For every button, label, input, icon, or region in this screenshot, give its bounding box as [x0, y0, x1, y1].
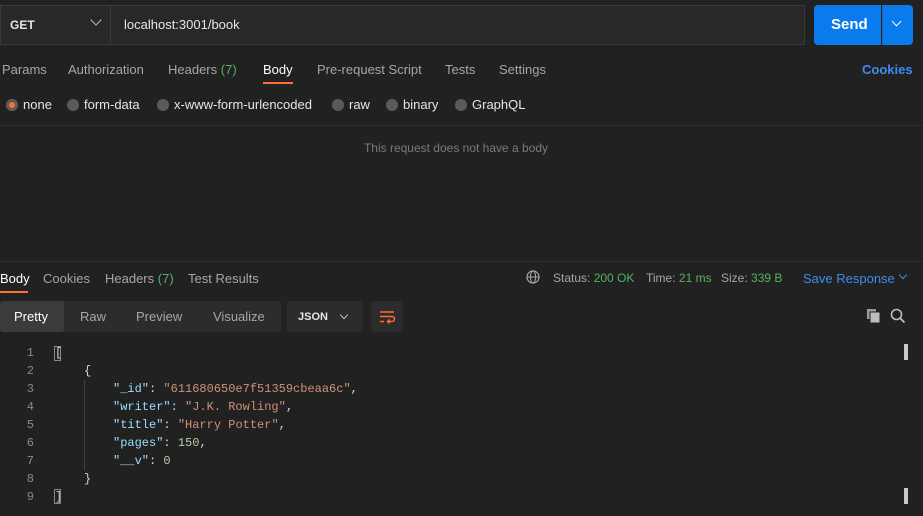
headers-count: (7): [220, 62, 237, 77]
active-tab-indicator: [0, 291, 28, 293]
line-number: 9: [26, 490, 34, 504]
json-value: "J.K. Rowling": [185, 400, 286, 414]
view-visualize-button[interactable]: Visualize: [213, 309, 265, 324]
url-text: localhost:3001/book: [124, 17, 240, 32]
response-tab-headers[interactable]: Headers (7): [105, 271, 174, 286]
code-line: "_id": "611680650e7f51359cbeaa6c",: [113, 382, 358, 396]
response-tab-body[interactable]: Body: [0, 271, 30, 286]
active-tab-indicator: [263, 82, 293, 84]
code-line: "pages": 150,: [113, 436, 207, 450]
radio-label-binary[interactable]: binary: [403, 97, 438, 112]
response-tab-headers-label: Headers: [105, 271, 155, 286]
tab-body[interactable]: Body: [263, 62, 293, 77]
radio-graphql[interactable]: [455, 99, 467, 111]
line-number: 4: [26, 400, 34, 414]
format-label: JSON: [298, 311, 328, 323]
send-label: Send: [831, 16, 868, 33]
json-separator: :: [149, 382, 164, 396]
code-line: }: [84, 472, 92, 486]
wrap-lines-button[interactable]: [371, 301, 403, 332]
status-value: 200 OK: [593, 271, 635, 285]
view-pretty-button[interactable]: Pretty: [14, 309, 48, 324]
response-tab-cookies[interactable]: Cookies: [43, 271, 90, 286]
scrollbar-thumb[interactable]: [904, 488, 908, 504]
json-separator: :: [170, 400, 186, 414]
radio-form-data[interactable]: [67, 99, 79, 111]
radio-x-www-form-urlencoded[interactable]: [157, 99, 169, 111]
code-line: [: [55, 346, 63, 360]
wrap-lines-icon: [380, 311, 396, 325]
divider: [0, 125, 923, 126]
save-response-button[interactable]: Save Response: [803, 271, 895, 286]
json-value: "Harry Potter": [177, 418, 279, 432]
radio-label-graphql[interactable]: GraphQL: [472, 97, 525, 112]
scrollbar-thumb[interactable]: [904, 344, 908, 360]
radio-raw[interactable]: [332, 99, 344, 111]
time-label: Time:: [646, 271, 676, 285]
view-preview-button[interactable]: Preview: [136, 309, 182, 324]
json-separator: :: [163, 436, 178, 450]
json-value: "611680650e7f51359cbeaa6c": [163, 382, 351, 396]
radio-label-none[interactable]: none: [23, 97, 52, 112]
tab-params[interactable]: Params: [2, 62, 47, 77]
json-separator: :: [163, 418, 178, 432]
line-number: 5: [26, 418, 34, 432]
copy-icon[interactable]: [866, 308, 882, 324]
tab-settings[interactable]: Settings: [499, 62, 546, 77]
time-value: 21 ms: [678, 271, 712, 285]
response-tab-test-results[interactable]: Test Results: [188, 271, 259, 286]
radio-label-x-www-form-urlencoded[interactable]: x-www-form-urlencoded: [174, 97, 312, 112]
json-key: "writer": [113, 400, 171, 414]
radio-label-raw[interactable]: raw: [349, 97, 370, 112]
line-number: 8: [26, 472, 34, 486]
search-icon[interactable]: [889, 307, 907, 325]
json-punctuation: ,: [199, 436, 207, 450]
json-key: "title": [113, 418, 164, 432]
response-headers-count: (7): [157, 271, 174, 286]
tab-headers-label: Headers: [168, 62, 218, 77]
code-line: "__v": 0: [113, 454, 171, 468]
empty-body-message: This request does not have a body: [363, 141, 549, 155]
json-punctuation: ,: [278, 418, 286, 432]
tab-authorization[interactable]: Authorization: [68, 62, 144, 77]
view-raw-button[interactable]: Raw: [80, 309, 106, 324]
chevron-down-icon: [898, 270, 908, 280]
line-number: 7: [26, 454, 34, 468]
method-label: GET: [10, 18, 35, 32]
code-line: "title": "Harry Potter",: [113, 418, 286, 432]
globe-icon[interactable]: [526, 270, 540, 284]
status-readout: Status: 200 OK: [553, 271, 634, 285]
line-number: 3: [26, 382, 34, 396]
line-number: 2: [26, 364, 34, 378]
status-label: Status:: [553, 271, 591, 285]
time-readout: Time: 21 ms: [646, 271, 712, 285]
line-number: 6: [26, 436, 34, 450]
size-value: 339 B: [751, 271, 783, 285]
line-number: 1: [26, 346, 34, 360]
code-line: {: [84, 364, 92, 378]
json-separator: :: [149, 454, 164, 468]
tab-tests[interactable]: Tests: [445, 62, 475, 77]
json-key: "pages": [113, 436, 164, 450]
json-key: "__v": [113, 454, 150, 468]
json-punctuation: ,: [350, 382, 358, 396]
indent-guide: [84, 380, 85, 470]
json-value: 0: [163, 454, 171, 468]
cookies-link[interactable]: Cookies: [862, 62, 913, 77]
radio-binary[interactable]: [386, 99, 398, 111]
size-label: Size:: [721, 271, 748, 285]
code-line: ]: [55, 490, 63, 504]
json-value: 150: [177, 436, 200, 450]
tab-pre-request-script[interactable]: Pre-request Script: [317, 62, 422, 77]
code-line: "writer": "J.K. Rowling",: [113, 400, 293, 414]
json-punctuation: ,: [285, 400, 294, 414]
json-key: "_id": [113, 382, 150, 396]
tab-headers[interactable]: Headers (7): [168, 62, 237, 77]
radio-label-form-data[interactable]: form-data: [84, 97, 140, 112]
pane-resize-handle[interactable]: [0, 261, 923, 262]
size-readout: Size: 339 B: [721, 271, 782, 285]
radio-none[interactable]: [6, 99, 18, 111]
